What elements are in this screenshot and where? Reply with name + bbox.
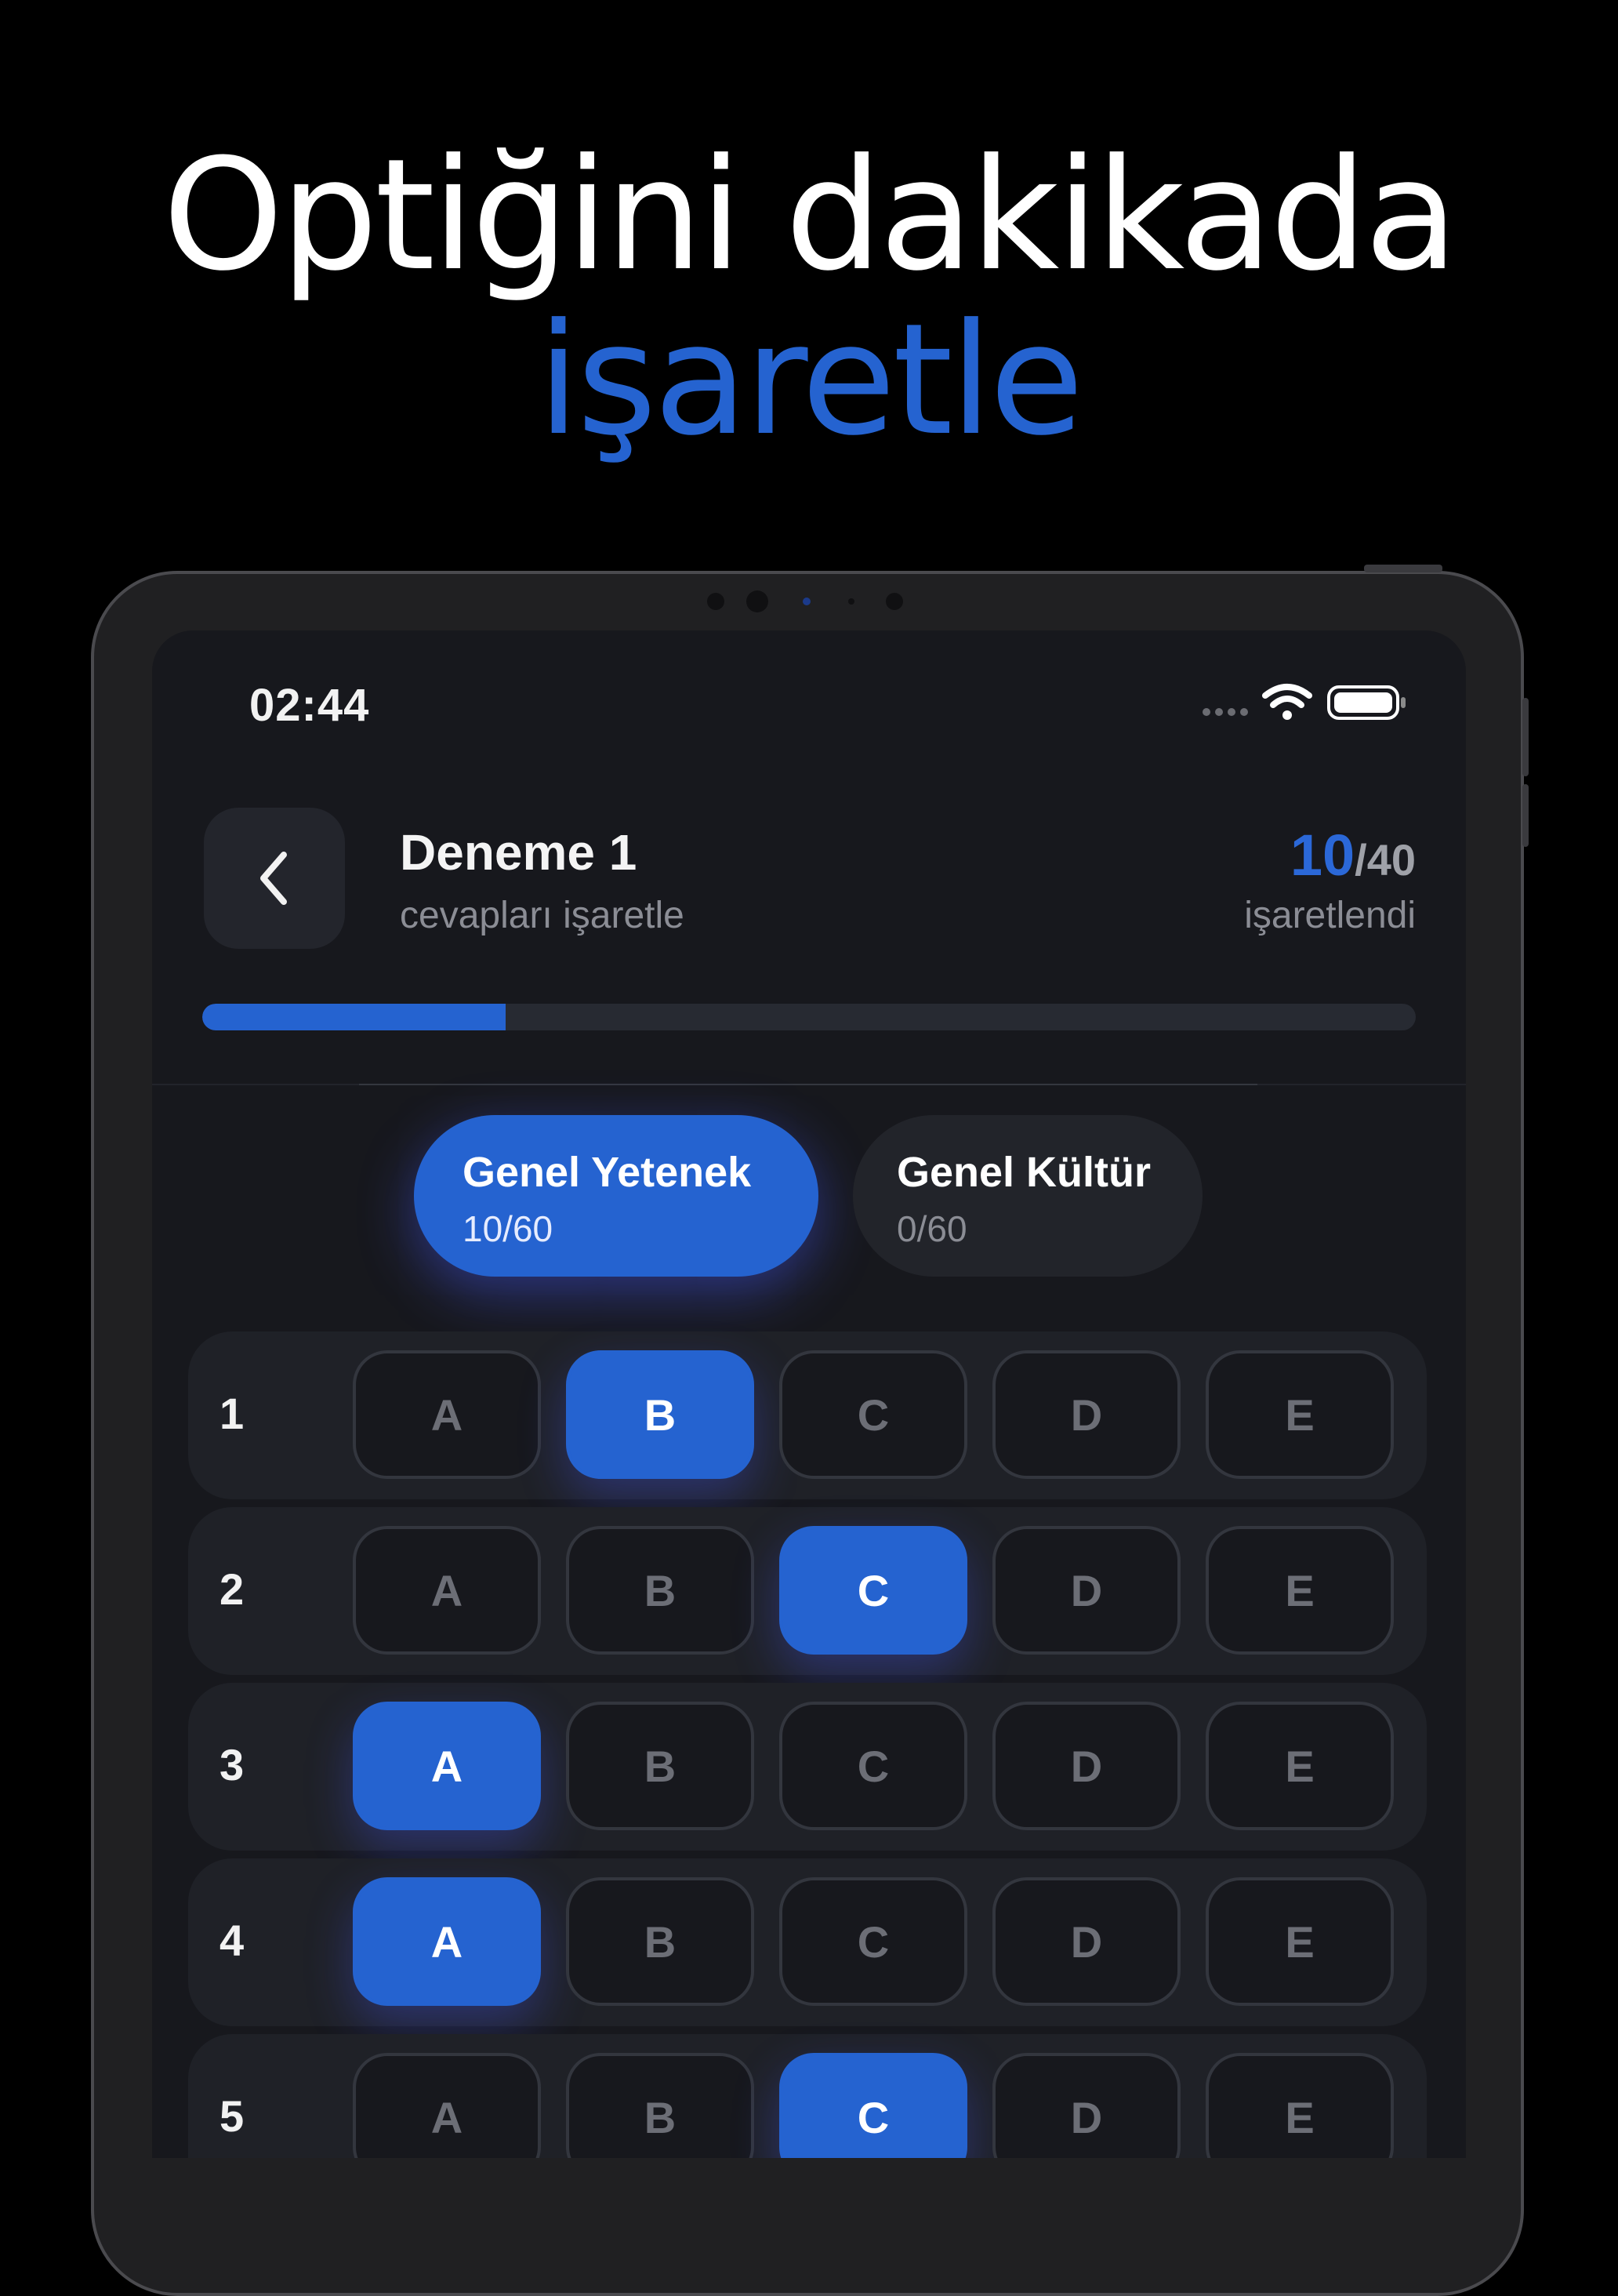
progress-fill [202, 1004, 506, 1030]
option-b-button[interactable]: B [566, 1702, 754, 1830]
option-d-button[interactable]: D [992, 1526, 1181, 1655]
camera-bar [698, 588, 917, 612]
option-a-button[interactable]: A [353, 1526, 541, 1655]
option-e-button[interactable]: E [1206, 2053, 1394, 2158]
status-icons [1203, 681, 1408, 725]
battery-icon [1327, 685, 1406, 720]
option-e-button[interactable]: E [1206, 1877, 1394, 2006]
tab-label: Genel Kültür [897, 1149, 1152, 1196]
option-d-button[interactable]: D [992, 1350, 1181, 1479]
marked-count: 10 [1290, 823, 1355, 888]
device-volume-up-button [1522, 698, 1529, 776]
question-row: 1 ABCDE [188, 1331, 1427, 1499]
answer-sheet: 1ABCDE2ABCDE3ABCDE4ABCDE5ABCDE [188, 1331, 1427, 2158]
app-screen: 02:44 Deneme 1 cevapları işaretle 10/40 … [152, 630, 1466, 2158]
tab-label: Genel Yetenek [463, 1149, 752, 1196]
question-row: 2 ABCDE [188, 1507, 1427, 1675]
back-button[interactable] [204, 808, 345, 949]
option-d-button[interactable]: D [992, 1877, 1181, 2006]
progress-bar [202, 1004, 1416, 1030]
question-number: 5 [219, 2091, 245, 2141]
question-number: 2 [219, 1564, 245, 1614]
tab-genel-yetenek[interactable]: Genel Yetenek 10/60 [414, 1115, 818, 1277]
option-d-button[interactable]: D [992, 2053, 1181, 2158]
question-number: 4 [219, 1916, 245, 1965]
option-e-button[interactable]: E [1206, 1526, 1394, 1655]
headline-line-1: Optiğini dakikada [162, 126, 1458, 305]
header: Deneme 1 cevapları işaretle 10/40 işaret… [204, 808, 1416, 949]
option-e-button[interactable]: E [1206, 1350, 1394, 1479]
page-title: Deneme 1 [400, 824, 637, 881]
option-b-button[interactable]: B [566, 1526, 754, 1655]
option-c-button[interactable]: C [779, 1702, 967, 1830]
option-b-button[interactable]: B [566, 1350, 754, 1479]
option-a-button[interactable]: A [353, 1350, 541, 1479]
tab-count: 0/60 [897, 1208, 967, 1249]
option-c-button[interactable]: C [779, 1350, 967, 1479]
wifi-icon [1262, 684, 1312, 720]
headline: Optiğini dakikada işaretle [0, 133, 1618, 463]
option-c-button[interactable]: C [779, 1526, 967, 1655]
option-c-button[interactable]: C [779, 2053, 967, 2158]
question-row: 5 ABCDE [188, 2034, 1427, 2158]
chevron-left-icon [260, 852, 287, 905]
option-a-button[interactable]: A [353, 1877, 541, 2006]
option-e-button[interactable]: E [1206, 1702, 1394, 1830]
marked-total: /40 [1355, 835, 1416, 885]
divider-highlight [359, 1084, 1257, 1085]
device-top-button [1364, 565, 1442, 572]
question-number: 1 [219, 1389, 245, 1438]
tab-count: 10/60 [463, 1208, 553, 1249]
question-row: 4 ABCDE [188, 1858, 1427, 2026]
section-tabs: Genel Yetenek 10/60 Genel Kültür 0/60 [414, 1115, 1203, 1280]
marked-label: işaretlendi [1244, 895, 1416, 936]
status-time: 02:44 [249, 680, 370, 731]
question-number: 3 [219, 1740, 245, 1789]
option-c-button[interactable]: C [779, 1877, 967, 2006]
tab-genel-k-lt-r[interactable]: Genel Kültür 0/60 [853, 1115, 1203, 1277]
option-b-button[interactable]: B [566, 1877, 754, 2006]
device-volume-down-button [1522, 784, 1529, 847]
question-row: 3 ABCDE [188, 1683, 1427, 1851]
option-d-button[interactable]: D [992, 1702, 1181, 1830]
page-subtitle: cevapları işaretle [400, 895, 684, 936]
cellular-signal-icon [1203, 708, 1248, 716]
headline-line-2: işaretle [537, 291, 1083, 470]
marked-counter: 10/40 [1290, 822, 1416, 888]
option-b-button[interactable]: B [566, 2053, 754, 2158]
option-a-button[interactable]: A [353, 2053, 541, 2158]
option-a-button[interactable]: A [353, 1702, 541, 1830]
